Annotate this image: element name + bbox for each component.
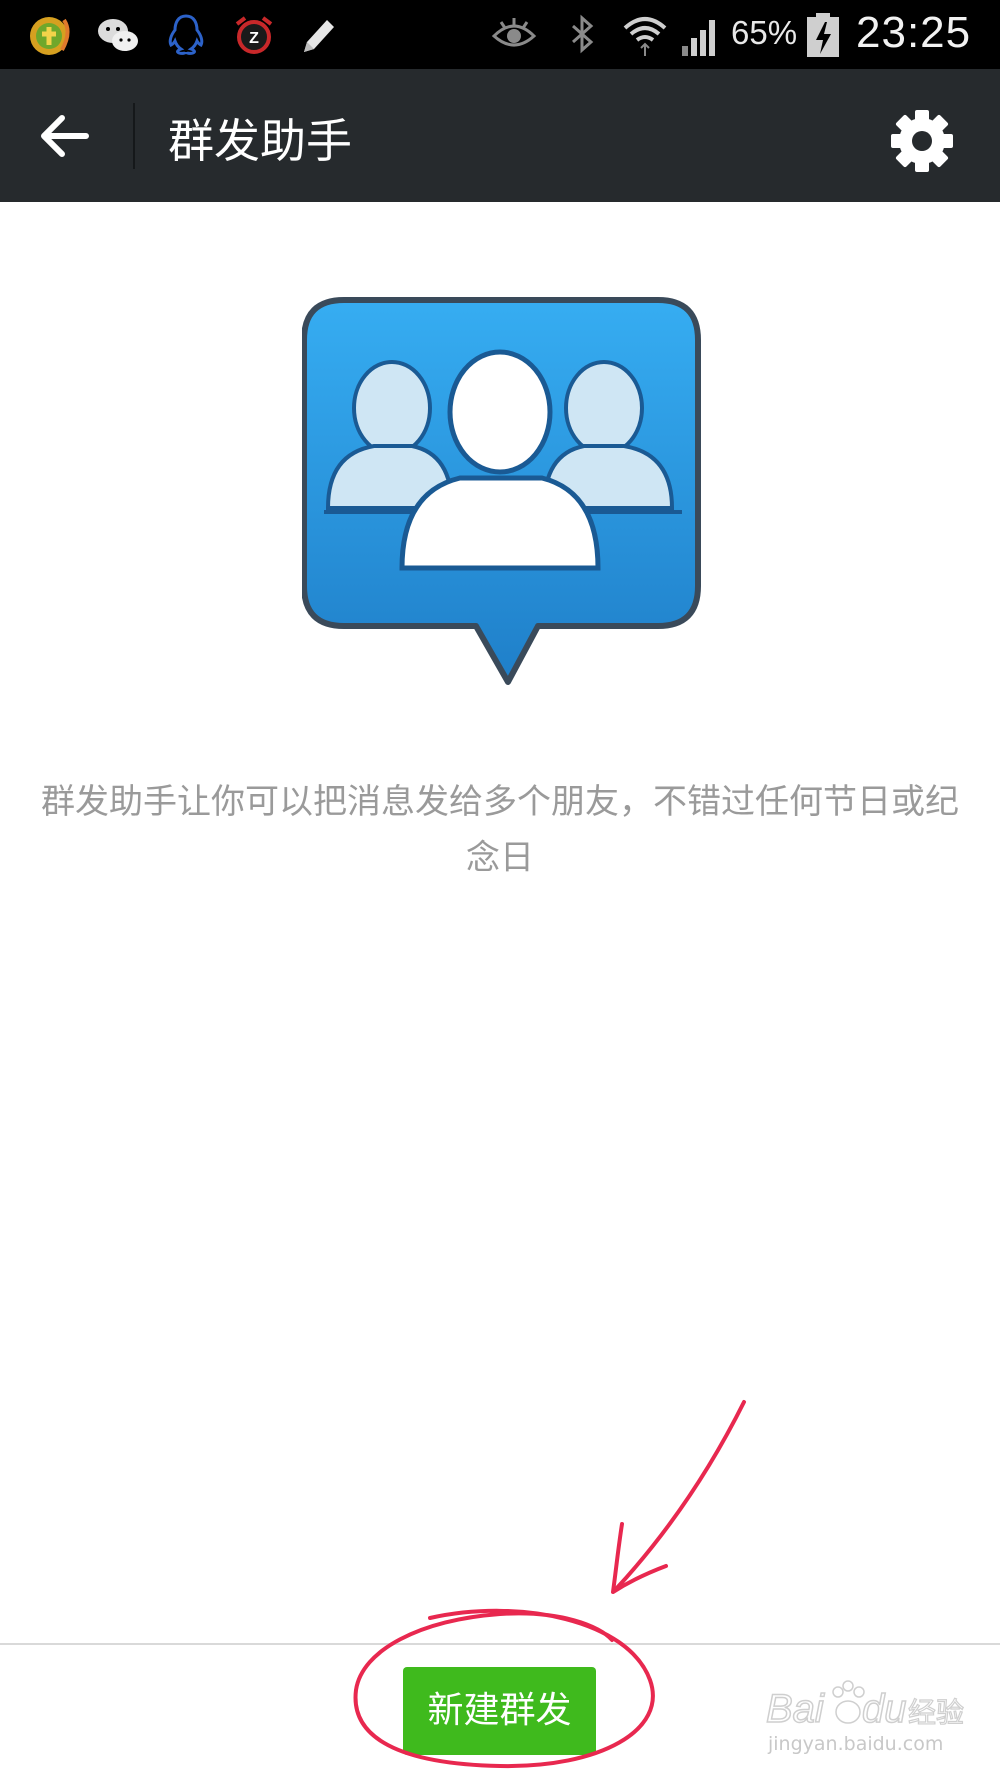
action-bar-divider (133, 103, 135, 169)
annotation-overlay (353, 1400, 746, 1769)
gear-icon (891, 110, 953, 172)
svg-text:Z: Z (249, 30, 259, 47)
group-chat-bubble-icon (302, 297, 701, 685)
watermark-url: jingyan.baidu.com (768, 1733, 944, 1755)
annotation-arrow (613, 1400, 746, 1592)
alarm-icon: Z (235, 16, 273, 54)
new-broadcast-button[interactable]: 新建群发 (403, 1667, 596, 1755)
svg-text:Bai: Bai (766, 1687, 825, 1731)
screen: Z 65% 23:25 群发助手 群发助手让你可以把消息发给多个朋友，不错过任何… (0, 0, 1000, 1778)
battery-percentage: 65% (731, 14, 798, 51)
action-bar: 群发助手 (0, 69, 1000, 202)
clock: 23:25 (856, 8, 972, 57)
arrow-left-icon (41, 115, 89, 157)
feature-description: 群发助手让你可以把消息发给多个朋友，不错过任何节日或纪念日 (41, 782, 959, 878)
back-button[interactable] (28, 99, 108, 173)
eye-icon (491, 18, 537, 47)
annotation-arrowhead (611, 1522, 668, 1594)
settings-button[interactable] (886, 105, 958, 177)
wechat-icon (98, 19, 138, 51)
signal-icon (682, 20, 715, 56)
battery-charging-icon (807, 13, 839, 57)
pencil-icon (304, 20, 334, 52)
svg-text:经验: 经验 (908, 1696, 964, 1729)
wifi-icon (623, 17, 667, 56)
svg-text:du: du (862, 1687, 907, 1731)
phone-app-icon (30, 17, 70, 55)
page-title: 群发助手 (168, 114, 352, 168)
bluetooth-icon (572, 14, 594, 54)
bottom-bar-divider (0, 1643, 1000, 1645)
qq-icon (168, 14, 204, 55)
status-bar: Z 65% 23:25 (0, 0, 1000, 69)
